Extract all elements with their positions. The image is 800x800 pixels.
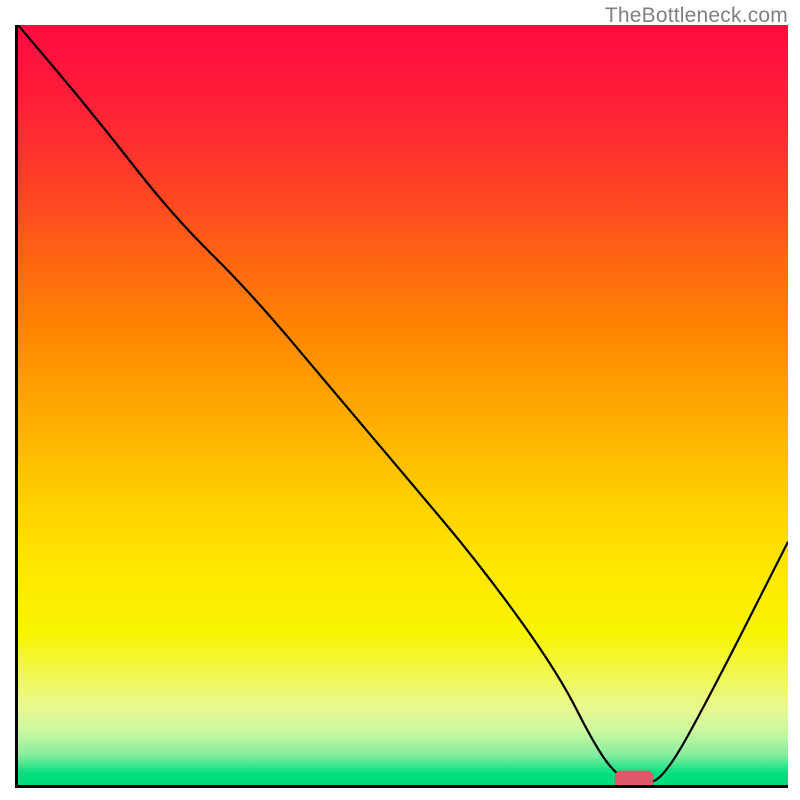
optimal-marker bbox=[615, 771, 654, 785]
plot-area bbox=[15, 25, 788, 788]
chart-svg bbox=[18, 25, 788, 785]
bottleneck-curve bbox=[18, 25, 788, 783]
chart-container: TheBottleneck.com bbox=[0, 0, 800, 800]
